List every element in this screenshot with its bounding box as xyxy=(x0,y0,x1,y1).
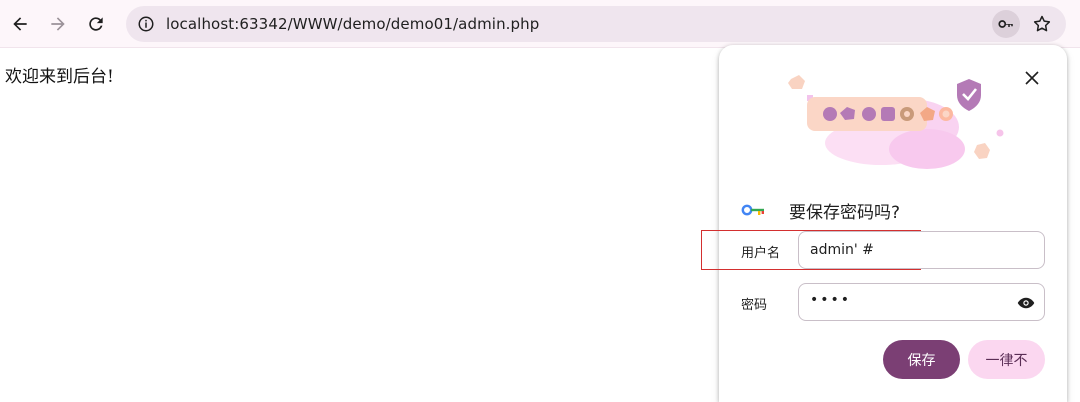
welcome-message: 欢迎来到后台! xyxy=(5,67,114,87)
eye-icon[interactable] xyxy=(1017,294,1035,312)
close-icon xyxy=(1025,71,1039,85)
bookmark-button[interactable] xyxy=(1028,10,1056,38)
arrow-right-icon xyxy=(51,17,65,31)
address-bar[interactable]: localhost:63342/WWW/demo/demo01/admin.ph… xyxy=(126,6,1066,42)
forward-button[interactable] xyxy=(42,8,74,40)
back-button[interactable] xyxy=(4,8,36,40)
url-text[interactable]: localhost:63342/WWW/demo/demo01/admin.ph… xyxy=(166,15,539,33)
save-button[interactable]: 保存 xyxy=(883,340,960,379)
close-button[interactable] xyxy=(1019,65,1045,91)
password-label: 密码 xyxy=(741,298,768,313)
site-info-icon xyxy=(138,16,154,32)
reload-button[interactable] xyxy=(80,8,112,40)
site-info-button[interactable] xyxy=(134,12,158,36)
username-value: admin' # xyxy=(810,242,874,258)
arrow-left-icon xyxy=(13,17,27,31)
dialog-title: 要保存密码吗? xyxy=(789,202,901,223)
key-icon xyxy=(998,20,1013,28)
browser-toolbar: localhost:63342/WWW/demo/demo01/admin.ph… xyxy=(0,0,1080,48)
password-value: •••• xyxy=(810,292,852,308)
save-password-dialog: 要保存密码吗? 用户名 admin' # 密码 •••• 保存 一律不 xyxy=(701,45,1067,402)
dialog-header: 要保存密码吗? xyxy=(741,197,900,223)
password-key-button[interactable] xyxy=(992,10,1020,38)
star-icon xyxy=(1033,15,1051,32)
username-field[interactable]: admin' # xyxy=(798,231,1045,269)
password-manager-key-icon xyxy=(741,204,764,216)
password-illustration xyxy=(788,75,1004,169)
username-label: 用户名 xyxy=(741,246,781,261)
never-button[interactable]: 一律不 xyxy=(968,340,1045,379)
password-field[interactable]: •••• xyxy=(798,283,1045,321)
reload-icon xyxy=(89,17,103,31)
